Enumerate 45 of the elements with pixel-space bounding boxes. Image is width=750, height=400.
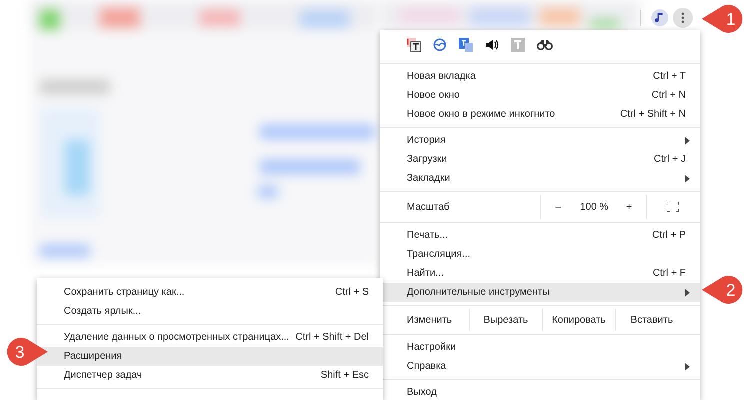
fullscreen-icon[interactable] [667, 202, 680, 212]
edit-button[interactable]: Вставить [616, 309, 688, 331]
menu-item[interactable]: Удаление данных о просмотренных страницах... Ctrl + Shift + Del [37, 328, 383, 347]
zoom-value: 100 % [579, 200, 610, 214]
shortcut-text: Ctrl + T [653, 70, 686, 84]
menu-item[interactable]: Печать... Ctrl + P [380, 226, 700, 245]
sync-circle-icon[interactable] [433, 38, 447, 52]
menu-item[interactable]: Справка [380, 357, 700, 376]
shortcut-text: Ctrl + S [335, 286, 369, 300]
menu-item[interactable]: Найти... Ctrl + F [380, 264, 700, 283]
shortcut-text: Ctrl + P [652, 229, 686, 243]
text-tile-icon[interactable] [511, 38, 525, 52]
binoculars-icon[interactable] [537, 39, 553, 51]
menu-item[interactable]: Новое окно в режиме инкогнито Ctrl + Shift + N [380, 105, 700, 124]
menu-item[interactable]: Трансляция... [380, 245, 700, 264]
shortcut-text: Ctrl + F [652, 267, 686, 281]
shortcut-text: Ctrl + Shift + Del [296, 331, 369, 345]
menu-item[interactable]: Загрузки Ctrl + J [380, 150, 700, 169]
menu-item-label: Изменить [407, 314, 454, 328]
music-note-icon[interactable] [651, 9, 669, 27]
menu-item-label: Масштаб [407, 200, 451, 214]
menu-item[interactable]: Сохранить страницу как... Ctrl + S [37, 283, 383, 302]
edit-button[interactable]: Копировать [543, 309, 615, 331]
menu-item[interactable]: Выход [380, 383, 700, 400]
zoom-out-button[interactable]: – [541, 195, 576, 219]
shortcut-text: Shift + Esc [320, 369, 369, 383]
menu-item[interactable]: Новое окно Ctrl + N [380, 86, 700, 105]
shortcut-text: Ctrl + J [654, 153, 686, 167]
shortcut-text: Ctrl + N [652, 89, 686, 103]
menu-item[interactable]: Новая вкладка Ctrl + T [380, 67, 700, 86]
menu-item[interactable]: Закладки [380, 169, 700, 188]
menu-item[interactable]: Дополнительные инструменты [380, 283, 700, 302]
menu-item[interactable]: Настройки [380, 338, 700, 357]
speaker-icon[interactable] [485, 38, 499, 52]
menu-item[interactable]: Создать ярлык... [37, 302, 383, 321]
translate-icon[interactable] [459, 38, 473, 52]
menu-button[interactable] [673, 8, 693, 28]
menu-item[interactable]: Диспетчер задач Shift + Esc [37, 366, 383, 385]
more-dots-icon [681, 12, 685, 24]
menu-item[interactable]: Расширения [37, 347, 383, 366]
menu-item[interactable]: История [380, 131, 700, 150]
text-format-icon[interactable] [407, 38, 421, 52]
zoom-in-button[interactable]: + [612, 195, 646, 219]
shortcut-text: Ctrl + Shift + N [620, 108, 686, 122]
edit-button[interactable]: Вырезать [470, 309, 542, 331]
